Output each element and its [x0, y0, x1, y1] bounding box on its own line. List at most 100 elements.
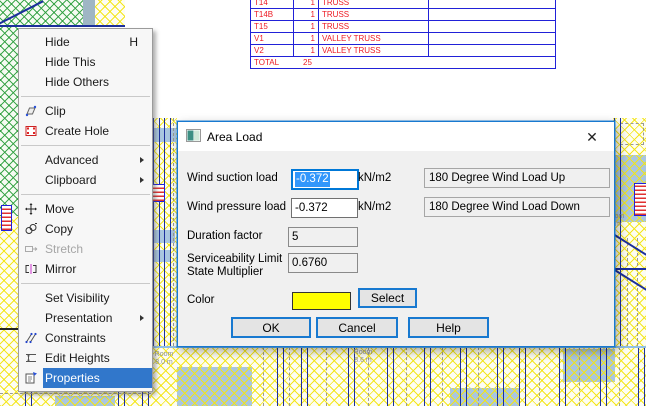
roof-line	[613, 268, 646, 270]
grid-dashed-line	[579, 347, 580, 406]
table-row: T151TRUSS	[251, 21, 556, 33]
table-row: T141TRUSS	[251, 0, 556, 9]
truss-marker	[151, 184, 165, 202]
submenu-arrow-icon	[140, 315, 144, 321]
move-icon	[19, 202, 43, 216]
grid-dashed-line	[619, 347, 620, 406]
submenu-arrow-icon	[140, 157, 144, 163]
menu-item-create-hole[interactable]: Create Hole	[19, 121, 152, 141]
constraints-icon	[19, 331, 43, 345]
left-strip-yellow	[0, 216, 18, 406]
properties-icon	[19, 371, 43, 385]
menu-item-presentation[interactable]: Presentation	[19, 308, 152, 328]
menu-item-advanced[interactable]: Advanced	[19, 150, 152, 170]
menu-item-mirror[interactable]: Mirror	[19, 259, 152, 279]
grid-dashed-line	[326, 347, 327, 406]
grid-dashed-line	[263, 347, 264, 406]
stretch-icon	[19, 242, 43, 256]
load-case-description: 180 Degree Wind Load Up	[424, 168, 610, 188]
wall-lines	[519, 347, 526, 406]
wall-lines	[424, 347, 431, 406]
wind-pressure-load-input[interactable]: -0.372	[291, 198, 358, 218]
select-button[interactable]: Select	[358, 288, 417, 308]
load-case-description: 180 Degree Wind Load Down	[424, 197, 610, 217]
grid-dashed-line	[478, 347, 479, 406]
grid-dashed-line	[289, 347, 290, 406]
left-strip-green	[0, 27, 18, 216]
menu-separator	[21, 145, 150, 146]
ok-button[interactable]: OK	[231, 317, 311, 338]
field-label: Serviceability Limit State Multiplier	[187, 253, 289, 279]
create-hole-icon	[19, 124, 43, 138]
table-row: V21VALLEY TRUSS	[251, 45, 556, 57]
grid-dashed-line	[0, 393, 151, 394]
area-load-dialog: Area Load ✕ Wind suction load -0.372 kN/…	[177, 121, 615, 347]
truss-schedule-table: T141TRUSS T14B1TRUSS T151TRUSS V11VALLEY…	[250, 0, 556, 69]
shortcut-key: H	[129, 35, 152, 49]
menu-item-hide-others[interactable]: Hide Others	[19, 72, 152, 92]
context-menu: HideH Hide This Hide Others Clip Create …	[18, 28, 153, 392]
field-label: Color	[187, 294, 289, 307]
grid-dashed-line	[442, 347, 443, 406]
menu-item-constraints[interactable]: Constraints	[19, 328, 152, 348]
submenu-arrow-icon	[140, 177, 144, 183]
edit-heights-icon	[19, 351, 43, 365]
wall-lines	[638, 347, 645, 406]
room-label: Room8.0 m	[152, 351, 176, 367]
wall-line	[0, 328, 18, 330]
steel-patch	[55, 396, 115, 406]
truss-marker	[634, 183, 646, 216]
wall-line	[0, 25, 125, 27]
wall-lines	[559, 347, 566, 406]
wall-lines	[301, 347, 308, 406]
grid-dashed-rect	[620, 123, 644, 145]
wall-lines	[600, 347, 607, 406]
grid-dashed-line	[406, 347, 407, 406]
steel-patch	[177, 367, 252, 406]
cancel-button[interactable]: Cancel	[316, 317, 398, 338]
color-swatch	[292, 292, 351, 310]
close-icon[interactable]: ✕	[582, 127, 602, 147]
field-label: Duration factor	[187, 230, 289, 243]
room-label: Room8.6 m	[345, 349, 381, 365]
menu-item-properties[interactable]: Properties	[19, 368, 152, 388]
menu-item-hide[interactable]: HideH	[19, 32, 152, 52]
dialog-title: Area Load	[207, 130, 262, 144]
menu-separator	[21, 194, 150, 195]
serviceability-multiplier-input[interactable]: 0.6760	[288, 253, 358, 273]
clip-icon	[19, 104, 43, 118]
hatch-band-yellow	[95, 0, 125, 27]
hatch-band-teal	[83, 0, 95, 27]
wall-lines	[387, 347, 394, 406]
unit-label: kN/m2	[358, 172, 391, 184]
help-button[interactable]: Help	[408, 317, 489, 338]
truss-marker	[1, 205, 12, 231]
wall-lines	[460, 347, 467, 406]
field-label: Wind suction load	[187, 172, 289, 185]
menu-separator	[21, 283, 150, 284]
dialog-titlebar[interactable]: Area Load	[178, 122, 614, 151]
menu-item-edit-heights[interactable]: Edit Heights	[19, 348, 152, 368]
bottom-region	[151, 347, 646, 406]
app-canvas: Room8.0 m Room8.6 m Room5 m T141TRUSS T1…	[0, 0, 646, 406]
table-row: T14B1TRUSS	[251, 9, 556, 21]
wall-lines	[277, 347, 284, 406]
menu-item-set-visibility[interactable]: Set Visibility	[19, 288, 152, 308]
duration-factor-input[interactable]: 5	[288, 227, 358, 247]
table-row: V11VALLEY TRUSS	[251, 33, 556, 45]
menu-separator	[21, 96, 150, 97]
wind-suction-load-input[interactable]: -0.372	[291, 169, 359, 190]
menu-item-move[interactable]: Move	[19, 199, 152, 219]
menu-item-clipboard[interactable]: Clipboard	[19, 170, 152, 190]
menu-item-hide-this[interactable]: Hide This	[19, 52, 152, 72]
copy-icon	[19, 222, 43, 236]
grid-dashed-line	[539, 347, 540, 406]
menu-item-clip[interactable]: Clip	[19, 101, 152, 121]
menu-item-copy[interactable]: Copy	[19, 219, 152, 239]
unit-label: kN/m2	[358, 201, 391, 213]
table-total-row: TOTAL25	[251, 57, 556, 69]
field-label: Wind pressure load	[187, 201, 289, 214]
menu-item-stretch: Stretch	[19, 239, 152, 259]
wall-lines	[497, 347, 504, 406]
bottom-left-strip	[0, 390, 151, 406]
